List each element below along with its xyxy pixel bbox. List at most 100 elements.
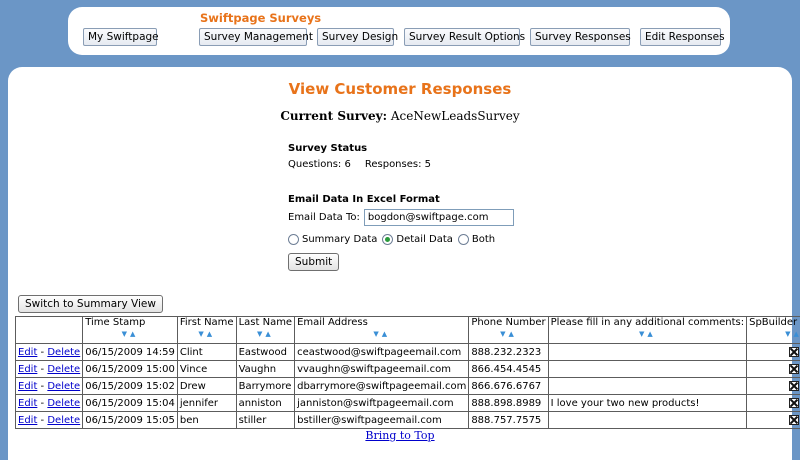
option-detail-label: Detail Data	[396, 234, 453, 245]
switch-to-summary-button[interactable]: Switch to Summary View	[18, 295, 163, 313]
cell-last-name: stiller	[235, 411, 296, 429]
cell-comment	[547, 343, 748, 361]
delete-link[interactable]: Delete	[47, 347, 80, 358]
nav-survey-management[interactable]: Survey Management	[199, 28, 313, 46]
col-header-email-address[interactable]: Email Address ▼▲	[294, 316, 470, 344]
cell-time-stamp: 06/15/2009 15:05	[82, 411, 178, 429]
cell-email: ceastwood@swiftpageemail.com	[294, 343, 470, 361]
spbuilder-checkbox-icon	[788, 347, 799, 357]
row-actions: Edit - Delete	[14, 411, 84, 429]
nav-survey-design[interactable]: Survey Design	[317, 28, 398, 46]
cell-phone: 888.898.8989	[468, 394, 549, 412]
table-row: Edit - Delete 06/15/2009 15:00 Vince Vau…	[14, 360, 800, 378]
responses-table: Time Stamp ▼▲ First Name ▼▲ Last Name ▼▲ Em…	[14, 316, 800, 429]
cell-phone: 888.232.2323	[468, 343, 549, 361]
bring-to-top-link[interactable]: Bring to Top	[365, 429, 434, 442]
sort-arrows-icon[interactable]: ▼▲	[180, 329, 234, 339]
nav-my-swiftpage[interactable]: My Swiftpage	[83, 28, 159, 46]
submit-button[interactable]: Submit	[288, 253, 340, 271]
option-both[interactable]: Both	[457, 234, 496, 245]
cell-phone: 866.676.6767	[468, 377, 549, 395]
col-header-first-name[interactable]: First Name ▼▲	[176, 316, 237, 344]
col-header-spbuilder-applied[interactable]: SpBuilder Applied▼▲	[746, 316, 800, 344]
cell-last-name: Barrymore	[235, 377, 296, 395]
delete-link[interactable]: Delete	[47, 415, 80, 426]
cell-first-name: ben	[176, 411, 237, 429]
sort-arrows-icon[interactable]: ▼▲	[85, 329, 175, 339]
cell-comment	[547, 377, 748, 395]
table-row: Edit - Delete 06/15/2009 14:59 Clint Eas…	[14, 343, 800, 361]
bring-to-top-wrap: Bring to Top	[8, 429, 792, 442]
cell-spbuilder	[746, 411, 800, 429]
top-nav-bar: Swiftpage Surveys My Swiftpage Survey Ma…	[68, 7, 730, 55]
delete-link[interactable]: Delete	[47, 398, 80, 409]
cell-spbuilder	[746, 377, 800, 395]
cell-phone: 866.454.4545	[468, 360, 549, 378]
survey-status-title: Survey Status	[288, 143, 368, 154]
cell-phone: 888.757.7575	[468, 411, 549, 429]
cell-comment	[547, 411, 748, 429]
sort-arrows-icon[interactable]: ▼▲	[551, 329, 744, 339]
cell-time-stamp: 06/15/2009 15:04	[82, 394, 178, 412]
cell-time-stamp: 06/15/2009 15:02	[82, 377, 178, 395]
responses-count: Responses: 5	[364, 159, 432, 170]
nav-edit-responses[interactable]: Edit Responses	[640, 28, 725, 46]
data-format-options: Summary Data Detail Data Both	[288, 234, 500, 245]
cell-spbuilder	[746, 394, 800, 412]
current-survey: Current Survey: AceNewLeadsSurvey	[8, 109, 792, 123]
col-header-time-stamp[interactable]: Time Stamp ▼▲	[82, 316, 178, 344]
cell-time-stamp: 06/15/2009 15:00	[82, 360, 178, 378]
edit-link[interactable]: Edit	[18, 347, 37, 358]
edit-link[interactable]: Edit	[18, 364, 37, 375]
email-to-input[interactable]	[363, 209, 514, 226]
cell-spbuilder	[746, 360, 800, 378]
radio-both[interactable]	[457, 234, 469, 245]
nav-survey-result-options[interactable]: Survey Result Options	[404, 28, 525, 46]
cell-comment	[547, 360, 748, 378]
row-actions: Edit - Delete	[14, 394, 84, 412]
option-detail-data[interactable]: Detail Data	[382, 234, 453, 245]
delete-link[interactable]: Delete	[47, 364, 80, 375]
cell-comment: I love your two new products!	[547, 394, 748, 412]
edit-link[interactable]: Edit	[18, 398, 37, 409]
cell-email: vvaughn@swiftpageemail.com	[294, 360, 470, 378]
nav-survey-responses[interactable]: Survey Responses	[530, 28, 631, 46]
spbuilder-checkbox-icon	[788, 398, 799, 408]
main-panel: View Customer Responses Current Survey: …	[8, 67, 800, 460]
sort-arrows-icon[interactable]: ▼▲	[239, 329, 293, 339]
table-row: Edit - Delete 06/15/2009 15:02 Drew Barr…	[14, 377, 800, 395]
brand-title: Swiftpage Surveys	[200, 11, 322, 25]
spbuilder-checkbox-icon	[788, 415, 799, 425]
table-row: Edit - Delete 06/15/2009 15:05 ben still…	[14, 411, 800, 429]
cell-first-name: Clint	[176, 343, 237, 361]
option-summary-data[interactable]: Summary Data	[288, 234, 377, 245]
survey-status-line: Questions: 6 Responses: 5	[288, 159, 431, 170]
current-survey-value: AceNewLeadsSurvey	[390, 109, 520, 123]
table-row: Edit - Delete 06/15/2009 15:04 jennifer …	[14, 394, 800, 412]
page-title: View Customer Responses	[288, 80, 512, 98]
cell-email: bstiller@swiftpageemail.com	[294, 411, 470, 429]
cell-first-name: jennifer	[176, 394, 237, 412]
col-header-last-name[interactable]: Last Name ▼▲	[235, 316, 296, 344]
cell-first-name: Vince	[176, 360, 237, 378]
delete-link[interactable]: Delete	[47, 381, 80, 392]
cell-first-name: Drew	[176, 377, 237, 395]
col-header-comments[interactable]: Please fill in any additional comments: ▼…	[547, 316, 748, 344]
edit-link[interactable]: Edit	[18, 381, 37, 392]
row-actions: Edit - Delete	[14, 377, 84, 395]
option-summary-label: Summary Data	[302, 234, 378, 245]
email-row: Email Data To:	[288, 209, 514, 226]
edit-link[interactable]: Edit	[18, 415, 37, 426]
radio-detail-data[interactable]	[382, 234, 394, 245]
row-actions: Edit - Delete	[14, 343, 84, 361]
option-both-label: Both	[471, 234, 496, 245]
spbuilder-checkbox-icon	[788, 364, 799, 374]
current-survey-label: Current Survey:	[280, 109, 388, 123]
col-header-phone-number[interactable]: Phone Number ▼▲	[468, 316, 549, 344]
cell-email: dbarrymore@swiftpageemail.com	[294, 377, 470, 395]
radio-summary-data[interactable]	[288, 234, 299, 245]
sort-arrows-icon[interactable]: ▼▲	[471, 329, 545, 339]
sort-arrows-icon[interactable]: ▼▲	[749, 329, 800, 339]
sort-arrows-icon[interactable]: ▼▲	[297, 329, 466, 339]
email-to-label: Email Data To:	[288, 212, 360, 223]
